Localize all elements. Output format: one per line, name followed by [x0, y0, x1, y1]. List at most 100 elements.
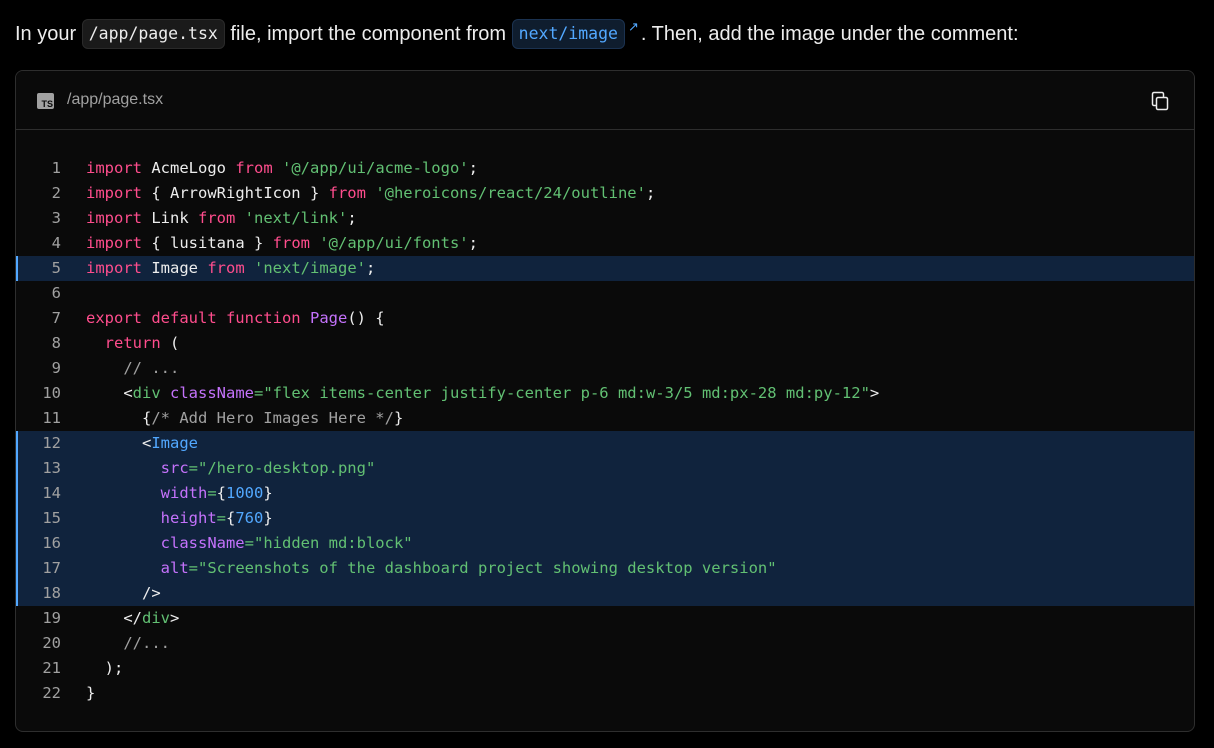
- code-token: import: [86, 234, 142, 252]
- code-token: { lusitana }: [142, 234, 273, 252]
- code-token: ;: [347, 209, 357, 227]
- inline-code-file-path: /app/page.tsx: [81, 19, 225, 49]
- code-token: 'next/image': [254, 259, 366, 277]
- code-token: ="flex items-center justify-center p-6 m…: [254, 384, 870, 402]
- code-token: >: [170, 609, 180, 627]
- code-line: 15 height={760}: [16, 506, 1194, 531]
- line-number: 11: [42, 409, 61, 427]
- code-line: 20 //...: [16, 631, 1194, 656]
- code-token: =: [216, 509, 226, 527]
- code-token: // ...: [123, 359, 180, 377]
- code-token: //...: [123, 634, 170, 652]
- code-text: // ...: [86, 356, 179, 381]
- code-token: height: [160, 509, 217, 527]
- code-text: alt="Screenshots of the dashboard projec…: [86, 556, 777, 581]
- code-token: }: [86, 684, 96, 702]
- code-text: import Image from 'next/image';: [86, 256, 375, 281]
- code-token: <: [86, 434, 152, 452]
- code-line: 7 export default function Page() {: [16, 306, 1194, 331]
- code-text: className="hidden md:block": [86, 531, 413, 556]
- code-token: />: [86, 584, 161, 602]
- line-number: 21: [42, 659, 61, 677]
- line-number: 5: [51, 259, 61, 277]
- code-token: '@/app/ui/fonts': [319, 234, 469, 252]
- code-line: 19 </div>: [16, 606, 1194, 631]
- code-line: 10 <div className="flex items-center jus…: [16, 381, 1194, 406]
- code-token: ="/hero-desktop.png": [188, 459, 376, 477]
- line-number: 8: [51, 334, 61, 352]
- line-number: 10: [42, 384, 61, 402]
- copy-icon[interactable]: [1148, 89, 1172, 113]
- code-text: <div className="flex items-center justif…: [86, 381, 879, 406]
- code-token: Page: [309, 309, 348, 327]
- code-line: 3 import Link from 'next/link';: [16, 206, 1194, 231]
- code-token: import: [86, 159, 142, 177]
- code-line: 12 <Image: [16, 431, 1194, 456]
- next-image-link[interactable]: next/image: [511, 19, 625, 49]
- code-token: from: [198, 209, 236, 227]
- code-text: );: [86, 656, 124, 681]
- code-line: 2 import { ArrowRightIcon } from '@heroic…: [16, 181, 1194, 206]
- code-line: 16 className="hidden md:block": [16, 531, 1194, 556]
- copy-button[interactable]: [1148, 89, 1172, 113]
- line-number: 17: [42, 559, 61, 577]
- code-line: 21 );: [16, 656, 1194, 681]
- code-token: alt: [160, 559, 189, 577]
- code-token: ;: [645, 184, 656, 202]
- code-line: 9 // ...: [16, 356, 1194, 381]
- code-text: width={1000}: [86, 481, 273, 506]
- code-token: 1000: [226, 484, 264, 502]
- code-token: export default function: [86, 309, 301, 327]
- code-token: 760: [235, 509, 264, 527]
- code-line: 5 import Image from 'next/image';: [16, 256, 1194, 281]
- code-text: <Image: [86, 431, 198, 456]
- intro-paragraph: In your /app/page.tsx file, import the c…: [15, 11, 1205, 49]
- line-number: 6: [51, 284, 61, 302]
- code-token: ;: [468, 234, 478, 252]
- code-token: className: [160, 534, 245, 552]
- intro-text-before: In your: [15, 23, 82, 45]
- typescript-file-icon-label: TS: [41, 99, 53, 109]
- code-token: '@heroicons/react/24/outline': [375, 184, 646, 202]
- line-number: 3: [51, 209, 61, 227]
- code-text: src="/hero-desktop.png": [86, 456, 376, 481]
- code-token: }: [393, 409, 404, 427]
- code-token: div: [142, 609, 170, 627]
- code-token: { ArrowRightIcon }: [142, 184, 329, 202]
- code-token: from: [207, 259, 245, 277]
- code-token: 'next/link': [244, 209, 348, 227]
- external-link-arrow-icon[interactable]: ↗: [628, 11, 639, 43]
- code-token: );: [86, 659, 124, 677]
- line-number: 18: [42, 584, 61, 602]
- code-text: }: [86, 681, 95, 706]
- line-number: 4: [51, 234, 61, 252]
- code-token: import: [86, 209, 142, 227]
- line-number: 2: [51, 184, 61, 202]
- code-token: ;: [468, 159, 478, 177]
- code-token: () {: [347, 309, 385, 327]
- code-text: export default function Page() {: [86, 306, 385, 331]
- code-lines: 1 import AcmeLogo from '@/app/ui/acme-log…: [16, 156, 1194, 706]
- code-token: {: [86, 409, 152, 427]
- code-token: {: [216, 484, 227, 502]
- code-line: 17 alt="Screenshots of the dashboard pro…: [16, 556, 1194, 581]
- typescript-file-icon: TS: [37, 93, 54, 109]
- line-number: 15: [42, 509, 61, 527]
- line-number: 9: [51, 359, 61, 377]
- code-line: 4 import { lusitana } from '@/app/ui/font…: [16, 231, 1194, 256]
- code-text: />: [86, 581, 161, 606]
- code-token: return: [104, 334, 161, 352]
- code-token: div: [132, 384, 161, 402]
- code-text: import { ArrowRightIcon } from '@heroico…: [86, 181, 655, 206]
